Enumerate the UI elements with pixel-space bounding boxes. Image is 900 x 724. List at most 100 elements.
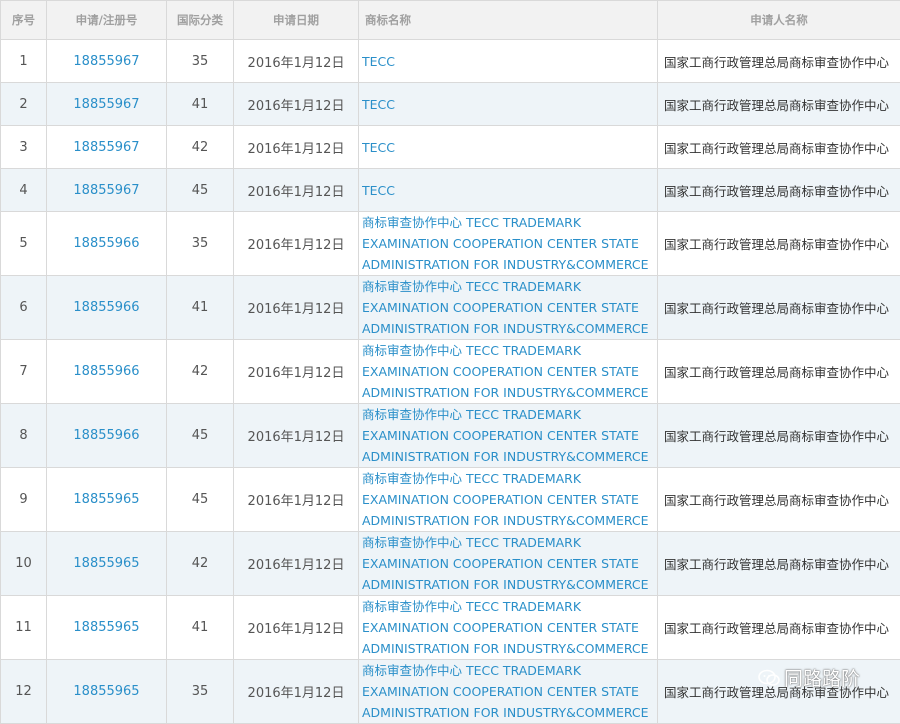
mark-name-line[interactable]: 商标审查协作中心 TECC TRADEMARK bbox=[362, 212, 657, 233]
cell-applicant: 国家工商行政管理总局商标审查协作中心 bbox=[658, 83, 900, 126]
cell-class: 45 bbox=[167, 404, 234, 468]
mark-name-line[interactable]: EXAMINATION COOPERATION CENTER STATE bbox=[362, 617, 657, 638]
mark-name-line[interactable]: EXAMINATION COOPERATION CENTER STATE bbox=[362, 553, 657, 574]
cell-mark-name[interactable]: 商标审查协作中心 TECC TRADEMARKEXAMINATION COOPE… bbox=[359, 596, 658, 660]
table-row[interactable]: 1018855965422016年1月12日商标审查协作中心 TECC TRAD… bbox=[1, 532, 900, 596]
cell-mark-name[interactable]: 商标审查协作中心 TECC TRADEMARKEXAMINATION COOPE… bbox=[359, 404, 658, 468]
table-row[interactable]: 418855967452016年1月12日TECC国家工商行政管理总局商标审查协… bbox=[1, 169, 900, 212]
mark-name-line[interactable]: ADMINISTRATION FOR INDUSTRY&COMMERCE bbox=[362, 510, 657, 531]
table-row[interactable]: 818855966452016年1月12日商标审查协作中心 TECC TRADE… bbox=[1, 404, 900, 468]
cell-date: 2016年1月12日 bbox=[234, 126, 359, 169]
cell-app-no-link[interactable]: 18855967 bbox=[47, 40, 167, 83]
cell-applicant: 国家工商行政管理总局商标审查协作中心 bbox=[658, 276, 900, 340]
mark-name-line[interactable]: EXAMINATION COOPERATION CENTER STATE bbox=[362, 681, 657, 702]
cell-app-no-link[interactable]: 18855965 bbox=[47, 660, 167, 724]
mark-name-line[interactable]: TECC bbox=[362, 180, 657, 201]
cell-date: 2016年1月12日 bbox=[234, 276, 359, 340]
cell-class: 41 bbox=[167, 83, 234, 126]
table-row[interactable]: 118855967352016年1月12日TECC国家工商行政管理总局商标审查协… bbox=[1, 40, 900, 83]
cell-index: 5 bbox=[1, 212, 47, 276]
mark-name-line[interactable]: 商标审查协作中心 TECC TRADEMARK bbox=[362, 276, 657, 297]
mark-name-line[interactable]: ADMINISTRATION FOR INDUSTRY&COMMERCE bbox=[362, 638, 657, 659]
cell-applicant: 国家工商行政管理总局商标审查协作中心 bbox=[658, 169, 900, 212]
mark-name-line[interactable]: EXAMINATION COOPERATION CENTER STATE bbox=[362, 297, 657, 318]
header-class: 国际分类 bbox=[167, 1, 234, 40]
mark-name-line[interactable]: EXAMINATION COOPERATION CENTER STATE bbox=[362, 361, 657, 382]
table-row[interactable]: 318855967422016年1月12日TECC国家工商行政管理总局商标审查协… bbox=[1, 126, 900, 169]
table-body: 118855967352016年1月12日TECC国家工商行政管理总局商标审查协… bbox=[1, 40, 900, 724]
cell-app-no-link[interactable]: 18855965 bbox=[47, 532, 167, 596]
table-row[interactable]: 718855966422016年1月12日商标审查协作中心 TECC TRADE… bbox=[1, 340, 900, 404]
mark-name-line[interactable]: TECC bbox=[362, 51, 657, 72]
cell-class: 35 bbox=[167, 212, 234, 276]
cell-index: 11 bbox=[1, 596, 47, 660]
table-row[interactable]: 918855965452016年1月12日商标审查协作中心 TECC TRADE… bbox=[1, 468, 900, 532]
cell-mark-name[interactable]: 商标审查协作中心 TECC TRADEMARKEXAMINATION COOPE… bbox=[359, 532, 658, 596]
mark-name-line[interactable]: 商标审查协作中心 TECC TRADEMARK bbox=[362, 596, 657, 617]
table-row[interactable]: 518855966352016年1月12日商标审查协作中心 TECC TRADE… bbox=[1, 212, 900, 276]
cell-mark-name[interactable]: TECC bbox=[359, 40, 658, 83]
cell-mark-name[interactable]: 商标审查协作中心 TECC TRADEMARKEXAMINATION COOPE… bbox=[359, 276, 658, 340]
cell-applicant: 国家工商行政管理总局商标审查协作中心 bbox=[658, 126, 900, 169]
header-applicant: 申请人名称 bbox=[658, 1, 900, 40]
cell-mark-name[interactable]: 商标审查协作中心 TECC TRADEMARKEXAMINATION COOPE… bbox=[359, 212, 658, 276]
cell-mark-name[interactable]: TECC bbox=[359, 126, 658, 169]
cell-app-no-link[interactable]: 18855966 bbox=[47, 212, 167, 276]
table-header-row: 序号 申请/注册号 国际分类 申请日期 商标名称 申请人名称 bbox=[1, 1, 900, 40]
cell-class: 42 bbox=[167, 340, 234, 404]
cell-app-no-link[interactable]: 18855967 bbox=[47, 126, 167, 169]
cell-index: 12 bbox=[1, 660, 47, 724]
cell-app-no-link[interactable]: 18855966 bbox=[47, 276, 167, 340]
trademark-table: 序号 申请/注册号 国际分类 申请日期 商标名称 申请人名称 118855967… bbox=[0, 0, 900, 724]
header-index: 序号 bbox=[1, 1, 47, 40]
cell-app-no-link[interactable]: 18855965 bbox=[47, 596, 167, 660]
cell-app-no-link[interactable]: 18855965 bbox=[47, 468, 167, 532]
mark-name-line[interactable]: TECC bbox=[362, 137, 657, 158]
mark-name-line[interactable]: 商标审查协作中心 TECC TRADEMARK bbox=[362, 340, 657, 361]
cell-date: 2016年1月12日 bbox=[234, 40, 359, 83]
mark-name-line[interactable]: EXAMINATION COOPERATION CENTER STATE bbox=[362, 489, 657, 510]
table-row[interactable]: 1118855965412016年1月12日商标审查协作中心 TECC TRAD… bbox=[1, 596, 900, 660]
cell-class: 35 bbox=[167, 660, 234, 724]
watermark-text: 同路路阶 bbox=[784, 664, 860, 691]
table-row[interactable]: 218855967412016年1月12日TECC国家工商行政管理总局商标审查协… bbox=[1, 83, 900, 126]
cell-class: 45 bbox=[167, 169, 234, 212]
cell-index: 3 bbox=[1, 126, 47, 169]
mark-name-line[interactable]: ADMINISTRATION FOR INDUSTRY&COMMERCE bbox=[362, 254, 657, 275]
mark-name-line[interactable]: 商标审查协作中心 TECC TRADEMARK bbox=[362, 660, 657, 681]
cell-index: 9 bbox=[1, 468, 47, 532]
mark-name-line[interactable]: 商标审查协作中心 TECC TRADEMARK bbox=[362, 468, 657, 489]
mark-name-line[interactable]: 商标审查协作中心 TECC TRADEMARK bbox=[362, 532, 657, 553]
mark-name-line[interactable]: EXAMINATION COOPERATION CENTER STATE bbox=[362, 425, 657, 446]
mark-name-line[interactable]: ADMINISTRATION FOR INDUSTRY&COMMERCE bbox=[362, 574, 657, 595]
mark-name-line[interactable]: TECC bbox=[362, 94, 657, 115]
cell-app-no-link[interactable]: 18855967 bbox=[47, 83, 167, 126]
mark-name-line[interactable]: ADMINISTRATION FOR INDUSTRY&COMMERCE bbox=[362, 318, 657, 339]
cell-applicant: 国家工商行政管理总局商标审查协作中心 bbox=[658, 596, 900, 660]
cell-mark-name[interactable]: TECC bbox=[359, 169, 658, 212]
wechat-icon bbox=[758, 669, 780, 687]
cell-index: 10 bbox=[1, 532, 47, 596]
cell-class: 41 bbox=[167, 596, 234, 660]
cell-app-no-link[interactable]: 18855966 bbox=[47, 340, 167, 404]
cell-date: 2016年1月12日 bbox=[234, 596, 359, 660]
cell-date: 2016年1月12日 bbox=[234, 404, 359, 468]
cell-class: 35 bbox=[167, 40, 234, 83]
cell-mark-name[interactable]: 商标审查协作中心 TECC TRADEMARKEXAMINATION COOPE… bbox=[359, 660, 658, 724]
cell-app-no-link[interactable]: 18855967 bbox=[47, 169, 167, 212]
mark-name-line[interactable]: 商标审查协作中心 TECC TRADEMARK bbox=[362, 404, 657, 425]
cell-mark-name[interactable]: 商标审查协作中心 TECC TRADEMARKEXAMINATION COOPE… bbox=[359, 468, 658, 532]
header-date: 申请日期 bbox=[234, 1, 359, 40]
cell-index: 1 bbox=[1, 40, 47, 83]
table-row[interactable]: 618855966412016年1月12日商标审查协作中心 TECC TRADE… bbox=[1, 276, 900, 340]
cell-class: 45 bbox=[167, 468, 234, 532]
mark-name-line[interactable]: ADMINISTRATION FOR INDUSTRY&COMMERCE bbox=[362, 382, 657, 403]
mark-name-line[interactable]: EXAMINATION COOPERATION CENTER STATE bbox=[362, 233, 657, 254]
cell-app-no-link[interactable]: 18855966 bbox=[47, 404, 167, 468]
cell-mark-name[interactable]: TECC bbox=[359, 83, 658, 126]
cell-date: 2016年1月12日 bbox=[234, 169, 359, 212]
cell-mark-name[interactable]: 商标审查协作中心 TECC TRADEMARKEXAMINATION COOPE… bbox=[359, 340, 658, 404]
mark-name-line[interactable]: ADMINISTRATION FOR INDUSTRY&COMMERCE bbox=[362, 446, 657, 467]
cell-applicant: 国家工商行政管理总局商标审查协作中心 bbox=[658, 40, 900, 83]
cell-index: 7 bbox=[1, 340, 47, 404]
